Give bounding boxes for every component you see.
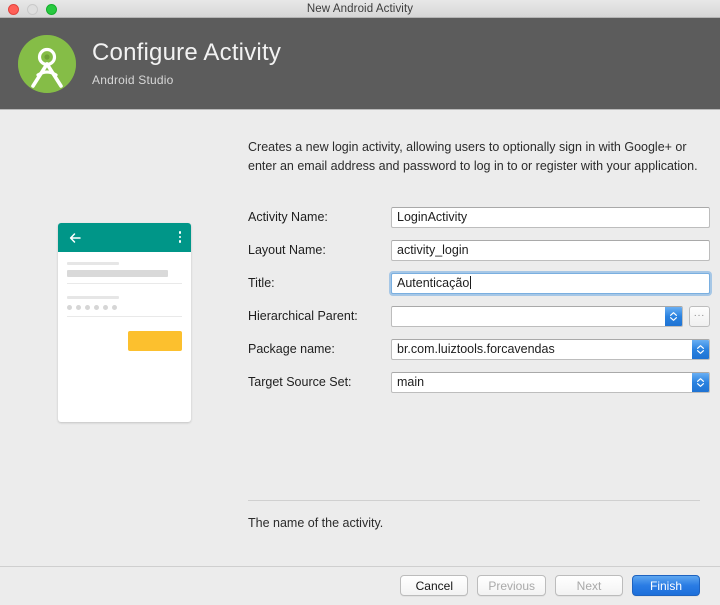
preview-card — [58, 223, 191, 422]
hierarchical-parent-stepper[interactable] — [665, 306, 682, 326]
page-title: Configure Activity — [92, 39, 282, 67]
target-source-set-label: Target Source Set: — [248, 375, 352, 389]
field-row-package-name: Package name: br.com.luiztools.forcavend… — [248, 338, 710, 360]
preview-signin-button — [128, 331, 182, 351]
activity-name-input[interactable]: LoginActivity — [391, 206, 710, 228]
wizard-button-bar: Cancel Previous Next Finish — [0, 566, 720, 604]
hierarchical-parent-browse-button[interactable]: ... — [689, 305, 710, 327]
activity-name-control: LoginActivity — [391, 206, 710, 228]
package-name-control: br.com.luiztools.forcavendas — [391, 338, 710, 360]
layout-name-control: activity_login — [391, 239, 710, 261]
android-studio-logo-icon — [16, 33, 78, 95]
chevron-up-icon — [697, 344, 704, 349]
field-row-layout-name: Layout Name: activity_login — [248, 239, 710, 261]
preview-toolbar — [58, 223, 191, 252]
package-name-label: Package name: — [248, 342, 335, 356]
layout-name-label: Layout Name: — [248, 243, 326, 257]
next-button: Next — [555, 575, 623, 596]
chevron-up-icon — [670, 311, 677, 316]
window-title: New Android Activity — [306, 2, 414, 15]
title-input-value: Autenticação — [397, 275, 470, 290]
hierarchical-parent-combo[interactable] — [391, 305, 683, 327]
chevron-down-icon — [697, 349, 704, 354]
previous-button: Previous — [477, 575, 546, 596]
back-arrow-icon — [68, 231, 82, 245]
package-name-stepper[interactable] — [692, 339, 709, 359]
configure-activity-form: Activity Name: LoginActivity Layout Name… — [248, 206, 710, 404]
activity-name-label: Activity Name: — [248, 210, 328, 224]
package-name-combo[interactable]: br.com.luiztools.forcavendas — [391, 338, 710, 360]
preview-email-value — [67, 270, 169, 277]
field-hint-text: The name of the activity. — [248, 516, 384, 530]
title-control: Autenticação — [391, 272, 710, 294]
title-input[interactable]: Autenticação — [391, 272, 710, 294]
overflow-menu-icon — [178, 231, 181, 243]
field-row-title: Title: Autenticação — [248, 272, 710, 294]
hierarchical-parent-control: ... — [391, 305, 710, 327]
target-source-set-value: main — [397, 374, 425, 389]
preview-form — [58, 252, 191, 351]
package-name-value: br.com.luiztools.forcavendas — [397, 341, 555, 356]
preview-password-dots — [67, 305, 182, 310]
activity-description: Creates a new login activity, allowing u… — [248, 140, 698, 173]
target-source-set-combo[interactable]: main — [391, 371, 710, 393]
field-row-hierarchical-parent: Hierarchical Parent: ... — [248, 305, 710, 327]
minimize-button[interactable] — [27, 4, 38, 15]
chevron-down-icon — [670, 316, 677, 321]
field-row-target-source-set: Target Source Set: main — [248, 371, 710, 393]
preview-password-underline — [67, 316, 182, 317]
target-source-set-control: main — [391, 371, 710, 393]
hierarchical-parent-label: Hierarchical Parent: — [248, 309, 358, 323]
target-source-set-stepper[interactable] — [692, 372, 709, 392]
banner-text-group: Configure Activity Android Studio — [92, 39, 282, 87]
title-label: Title: — [248, 276, 275, 290]
hierarchical-parent-value — [392, 307, 665, 326]
preview-email-underline — [67, 283, 182, 284]
banner-subtitle: Android Studio — [92, 72, 174, 87]
cancel-button[interactable]: Cancel — [400, 575, 469, 596]
text-caret — [470, 275, 472, 289]
zoom-button[interactable] — [46, 4, 57, 15]
window-traffic-lights — [8, 4, 57, 15]
preview-email-label — [67, 262, 119, 265]
new-android-activity-window: New Android Activity Configure Activity … — [0, 0, 720, 605]
window-titlebar: New Android Activity — [0, 0, 720, 18]
hint-separator — [248, 500, 700, 501]
finish-button[interactable]: Finish — [632, 575, 700, 596]
preview-password-label — [67, 296, 119, 299]
wizard-body: Creates a new login activity, allowing u… — [0, 110, 720, 604]
layout-name-input[interactable]: activity_login — [391, 239, 710, 261]
chevron-up-icon — [697, 377, 704, 382]
field-row-activity-name: Activity Name: LoginActivity — [248, 206, 710, 228]
activity-preview — [58, 223, 191, 422]
chevron-down-icon — [697, 382, 704, 387]
close-button[interactable] — [8, 4, 19, 15]
wizard-banner: Configure Activity Android Studio — [0, 18, 720, 110]
